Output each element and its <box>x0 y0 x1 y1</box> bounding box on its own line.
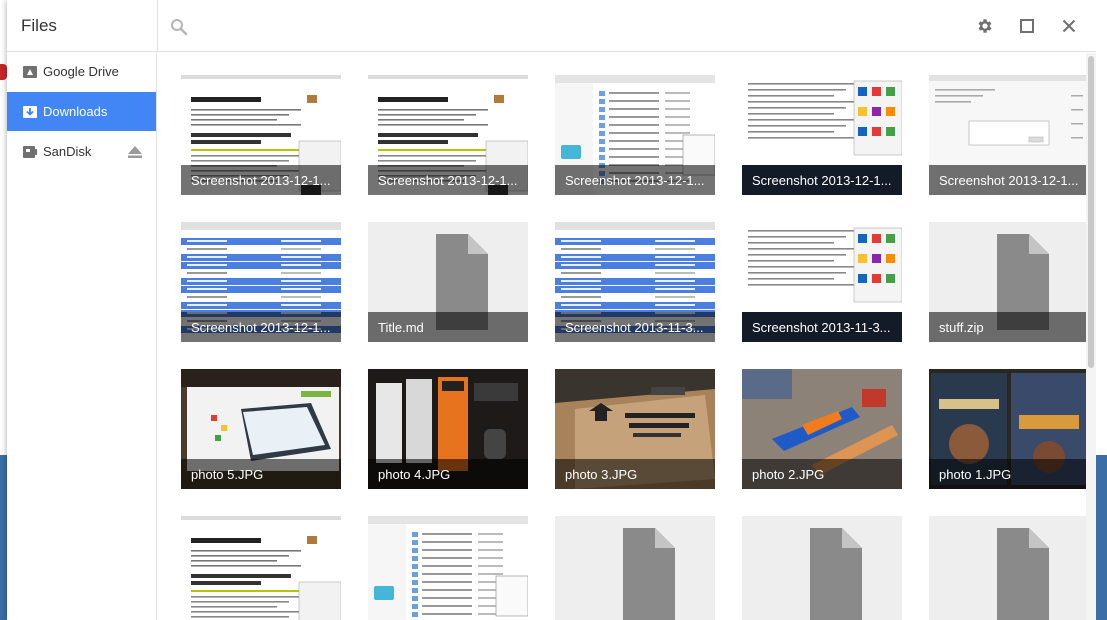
file-icon <box>555 516 715 620</box>
file-name-label: photo 5.JPG <box>181 459 341 489</box>
file-grid: Screenshot 2013-12-1... Screenshot 2013-1… <box>157 53 1096 620</box>
search-box[interactable] <box>157 0 937 52</box>
file-name-label: Screenshot 2013-12-1... <box>555 165 715 195</box>
eject-icon[interactable] <box>128 146 142 158</box>
download-icon <box>23 106 37 118</box>
sidebar-item-google-drive[interactable]: Google Drive <box>7 52 156 91</box>
file-name-label: Title.md <box>368 312 528 342</box>
file-name-label: Screenshot 2013-12-1... <box>181 165 341 195</box>
title-bar: Files <box>7 0 1096 52</box>
file-name-label: Screenshot 2013-11-3... <box>742 312 902 342</box>
file-tile[interactable]: photo 4.JPG <box>368 369 528 489</box>
file-tile[interactable]: Screenshot 2013-12-1... <box>181 222 341 342</box>
settings-button[interactable] <box>975 16 995 36</box>
scrollbar-thumb[interactable] <box>1088 56 1094 368</box>
file-icon <box>929 516 1089 620</box>
search-icon <box>171 19 188 36</box>
file-tile[interactable]: photo 1.JPG <box>929 369 1089 489</box>
background-window-edge-right <box>1096 0 1107 620</box>
file-tile[interactable]: Screenshot 2013-12-1... <box>929 75 1089 195</box>
sidebar: Google Drive Downloads SanDisk <box>7 52 157 620</box>
background-blue-area <box>0 455 7 620</box>
file-tile[interactable]: Title.md <box>368 222 528 342</box>
file-tile[interactable]: Screenshot 2013-11-3... <box>742 222 902 342</box>
file-tile[interactable] <box>181 516 341 620</box>
file-tile[interactable]: Screenshot 2013-12-1... <box>742 75 902 195</box>
sidebar-item-label: SanDisk <box>43 144 92 159</box>
sidebar-item-label: Google Drive <box>43 64 119 79</box>
file-tile[interactable]: Screenshot 2013-12-1... <box>181 75 341 195</box>
app-title: Files <box>21 16 57 35</box>
file-name-label: Screenshot 2013-12-1... <box>181 312 341 342</box>
file-tile[interactable]: Screenshot 2013-12-1... <box>368 75 528 195</box>
file-tile[interactable]: photo 5.JPG <box>181 369 341 489</box>
drive-icon <box>23 66 37 78</box>
file-tile[interactable]: stuff.zip <box>929 222 1089 342</box>
background-red-mark <box>0 64 7 80</box>
sidebar-item-label: Downloads <box>43 104 108 119</box>
file-name-label: photo 3.JPG <box>555 459 715 489</box>
maximize-icon <box>1020 19 1034 33</box>
file-icon <box>742 516 902 620</box>
screenshot-thumbnail <box>181 516 341 620</box>
file-tile[interactable] <box>555 516 715 620</box>
file-name-label: photo 2.JPG <box>742 459 902 489</box>
files-app-window: Files Google Drive Downloads SanDisk Scr… <box>7 0 1096 620</box>
file-name-label: Screenshot 2013-12-1... <box>929 165 1089 195</box>
file-name-label: photo 1.JPG <box>929 459 1089 489</box>
close-icon <box>1062 19 1076 33</box>
file-name-label: Screenshot 2013-12-1... <box>368 165 528 195</box>
close-button[interactable] <box>1059 16 1079 36</box>
gear-icon <box>978 19 992 33</box>
search-input[interactable] <box>198 14 798 38</box>
maximize-button[interactable] <box>1017 16 1037 36</box>
usb-drive-icon <box>23 146 37 158</box>
background-blue-area <box>1096 455 1107 620</box>
background-window-edge <box>0 0 7 620</box>
file-name-label: Screenshot 2013-12-1... <box>742 165 902 195</box>
file-tile[interactable]: photo 2.JPG <box>742 369 902 489</box>
file-tile[interactable]: Screenshot 2013-11-3... <box>555 222 715 342</box>
file-tile[interactable]: photo 3.JPG <box>555 369 715 489</box>
file-name-label: stuff.zip <box>929 312 1089 342</box>
screenshot-thumbnail <box>368 516 528 620</box>
file-name-label: Screenshot 2013-11-3... <box>555 312 715 342</box>
file-tile[interactable] <box>929 516 1089 620</box>
file-tile[interactable]: Screenshot 2013-12-1... <box>555 75 715 195</box>
file-tile[interactable] <box>742 516 902 620</box>
sidebar-item-downloads[interactable]: Downloads <box>7 92 156 131</box>
file-tile[interactable] <box>368 516 528 620</box>
file-name-label: photo 4.JPG <box>368 459 528 489</box>
sidebar-item-sandisk[interactable]: SanDisk <box>7 132 156 171</box>
